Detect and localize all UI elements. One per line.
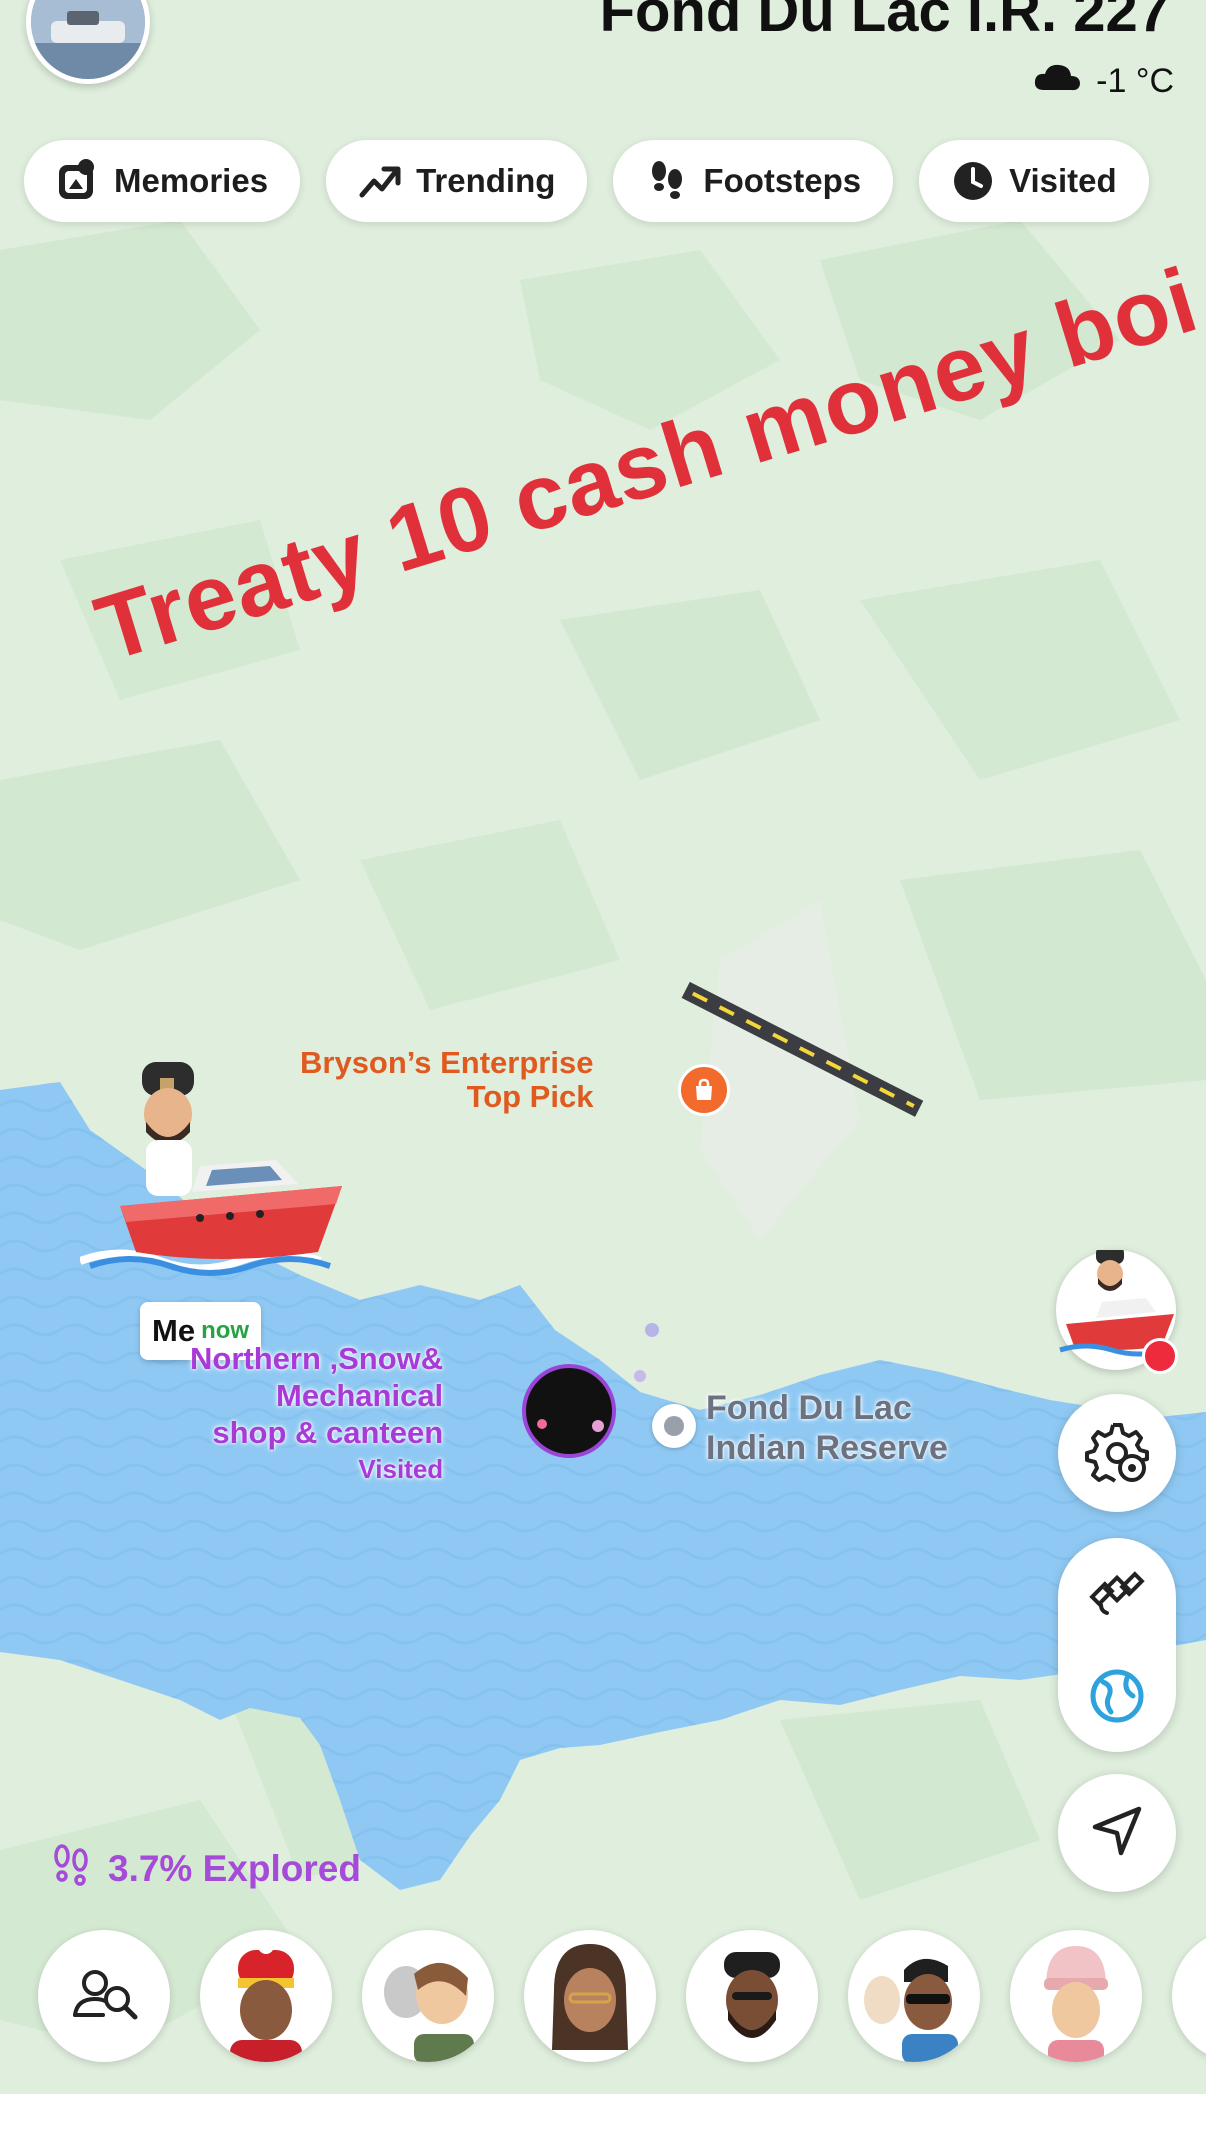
cloud-icon [1032,60,1082,103]
satellite-icon [1087,1559,1147,1624]
explored-text: 3.7% Explored [108,1847,361,1889]
location-title: Fond Du Lac I.R. 227 [599,0,1170,44]
footsteps-icon [645,159,689,203]
poi-northern-line2: Mechanical [276,1378,444,1413]
memories-icon [56,159,100,203]
recenter-location-button[interactable] [1058,1774,1176,1892]
friend-avatar-6[interactable] [1010,1930,1142,2062]
shopping-bag-icon[interactable] [678,1064,730,1116]
memories-label: Memories [114,162,269,199]
friend-avatar-5[interactable] [848,1930,980,2062]
my-bitmoji-boat[interactable] [78,1056,350,1296]
visited-label: Visited [1009,162,1117,199]
poi-northern-line1: Northern ,Snow& [190,1341,444,1376]
friend-avatar-3[interactable] [524,1930,656,2062]
trending-arrow-icon [358,159,402,203]
memories-chip[interactable]: Memories [24,140,301,222]
search-friends-button[interactable] [38,1930,170,2062]
friend-avatar-7[interactable] [1172,1930,1206,2062]
map-settings-button[interactable] [1058,1394,1176,1512]
clock-icon [951,159,995,203]
person-search-icon [69,1959,139,2034]
friend-avatar-2[interactable] [362,1930,494,2062]
footsteps-chip[interactable]: Footsteps [613,140,894,222]
trending-label: Trending [416,162,556,199]
map-filter-chips: Memories Trending Footsteps Visited [24,140,1149,222]
reserve-marker[interactable] [652,1404,696,1448]
friend-avatar-4[interactable] [686,1930,818,2062]
bottom-safe-area [0,2094,1206,2144]
explored-indicator[interactable]: 3.7% Explored [50,1842,361,1895]
navigation-arrow-icon [1089,1803,1145,1864]
footsteps-label: Footsteps [703,162,862,199]
friend-avatar-1[interactable] [200,1930,332,2062]
friend-notification-dot [1142,1338,1178,1374]
globe-icon [1087,1666,1147,1731]
poi-northern-status: Visited [358,1454,444,1484]
poi-story-bubble[interactable] [522,1364,616,1458]
poi-northern-snow-mechanical[interactable]: Northern ,Snow& Mechanical shop & cantee… [190,1340,443,1488]
reserve-line2: Indian Reserve [706,1429,948,1467]
friends-carousel [38,1930,1206,2062]
temperature-text: -1 °C [1096,62,1174,100]
me-name: Me [152,1313,196,1348]
map-layer-toggle [1058,1538,1176,1752]
visited-chip[interactable]: Visited [919,140,1149,222]
map-settings-gear-icon [1085,1419,1149,1488]
map-canvas[interactable]: Fond Du Lac I.R. 227 -1 °C Memories Tren… [0,0,1206,2094]
poi-northern-line3: shop & canteen [212,1415,444,1450]
trending-chip[interactable]: Trending [326,140,588,222]
footprints-icon [50,1842,94,1895]
satellite-view-button[interactable] [1058,1542,1176,1642]
weather-widget[interactable]: -1 °C [1032,60,1174,103]
reserve-label[interactable]: Fond Du Lac Indian Reserve [706,1388,948,1468]
reserve-line1: Fond Du Lac [706,1389,912,1427]
globe-view-button[interactable] [1058,1649,1176,1749]
